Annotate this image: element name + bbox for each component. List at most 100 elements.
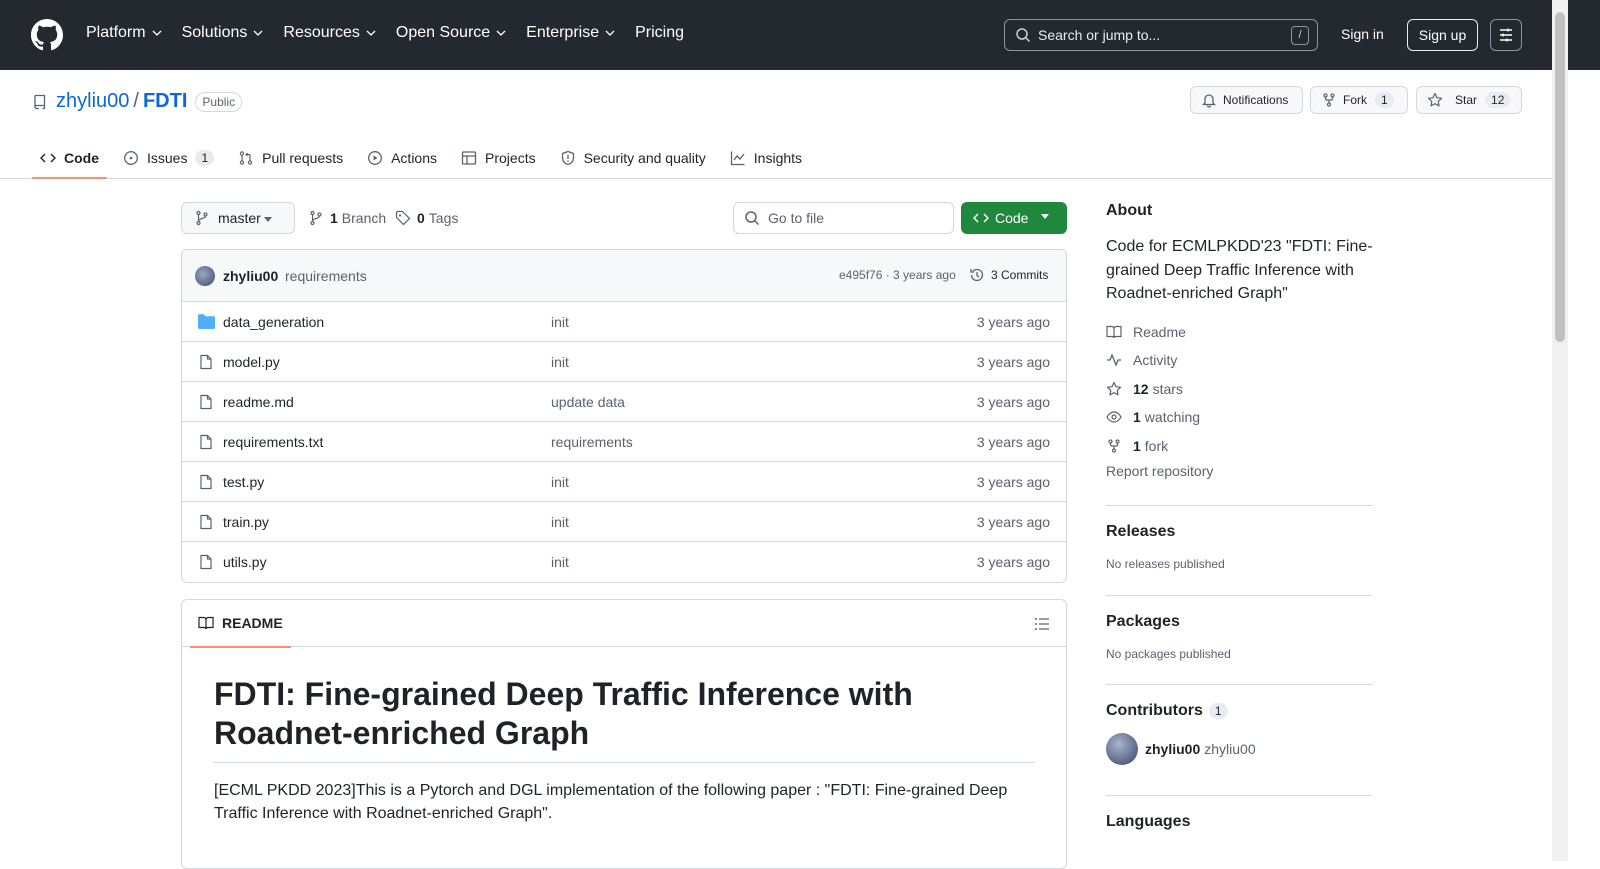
readme-header: README (182, 600, 1066, 648)
tab-security[interactable]: Security and quality (552, 138, 714, 178)
search-icon (1016, 28, 1031, 43)
file-icon (200, 354, 212, 370)
notifications-button[interactable]: Notifications (1190, 86, 1303, 114)
sign-up-button[interactable]: Sign up (1407, 19, 1478, 51)
file-commit-message[interactable]: init (551, 554, 569, 570)
file-name-link[interactable]: utils.py (223, 554, 267, 570)
file-commit-message[interactable]: init (551, 514, 569, 530)
activity-link[interactable]: Activity (1106, 346, 1373, 375)
file-commit-message[interactable]: update data (551, 394, 625, 410)
branch-icon (196, 210, 208, 226)
avatar[interactable] (1106, 733, 1138, 765)
repo-title: zhyliu00 / FDTI Public (32, 90, 243, 113)
file-icon (200, 514, 212, 530)
table-row[interactable]: model.py init 3 years ago (182, 342, 1066, 382)
about-title: About (1106, 202, 1153, 219)
pulse-icon (1107, 353, 1121, 368)
tab-issues[interactable]: Issues 1 (115, 138, 222, 178)
contributor-login[interactable]: zhyliu00 (1145, 741, 1200, 757)
code-dropdown-button[interactable]: Code (961, 202, 1067, 234)
file-commit-message[interactable]: init (551, 474, 569, 490)
commit-hash-time[interactable]: e495f76 · 3 years ago (839, 268, 956, 282)
sign-in-link[interactable]: Sign in (1341, 26, 1384, 42)
file-commit-message[interactable]: init (551, 354, 569, 370)
branch-selector[interactable]: master (181, 202, 295, 234)
file-name-link[interactable]: test.py (223, 474, 264, 490)
file-name-link[interactable]: train.py (223, 514, 269, 530)
file-name-link[interactable]: requirements.txt (223, 434, 323, 450)
tab-projects[interactable]: Projects (453, 138, 544, 178)
contributor-item[interactable]: zhyliu00 zhyliu00 (1106, 733, 1373, 765)
file-icon (200, 554, 212, 570)
file-commit-date: 3 years ago (976, 394, 1050, 410)
file-name-link[interactable]: model.py (223, 354, 280, 370)
forks-link[interactable]: 1 fork (1106, 432, 1373, 461)
code-icon (40, 153, 56, 163)
file-commit-message[interactable]: requirements (551, 434, 633, 450)
history-icon (970, 268, 984, 282)
nav-open-source[interactable]: Open Source (396, 24, 507, 42)
file-name-link[interactable]: data_generation (223, 314, 324, 330)
star-button[interactable]: Star 12 (1416, 86, 1522, 114)
packages-title[interactable]: Packages (1106, 613, 1373, 631)
search-shortcut-key: / (1291, 26, 1309, 45)
nav-platform[interactable]: Platform (86, 24, 163, 42)
repo-name-link[interactable]: FDTI (143, 90, 187, 113)
report-repository-link[interactable]: Report repository (1106, 463, 1373, 479)
repo-owner-link[interactable]: zhyliu00 (56, 90, 129, 113)
book-icon (1106, 325, 1122, 338)
table-row[interactable]: test.py init 3 years ago (182, 462, 1066, 502)
repo-separator: / (133, 90, 139, 112)
nav-solutions[interactable]: Solutions (182, 24, 265, 42)
file-icon (200, 394, 212, 410)
avatar[interactable] (195, 266, 215, 286)
tab-insights[interactable]: Insights (722, 138, 810, 178)
list-icon[interactable] (1034, 616, 1050, 632)
readme-link[interactable]: Readme (1106, 318, 1373, 347)
readme-tab[interactable]: README (190, 615, 291, 648)
table-row[interactable]: train.py init 3 years ago (182, 502, 1066, 542)
github-logo-icon[interactable] (31, 19, 63, 51)
file-list: zhyliu00 requirements e495f76 · 3 years … (181, 249, 1067, 583)
search-placeholder: Search or jump to... (1038, 27, 1161, 43)
contributors-title[interactable]: Contributors (1106, 702, 1203, 720)
star-icon (1427, 92, 1443, 107)
table-row[interactable]: utils.py init 3 years ago (182, 542, 1066, 582)
caret-down-icon (1041, 214, 1049, 219)
star-icon (1106, 381, 1122, 396)
table-row[interactable]: data_generation init 3 years ago (182, 302, 1066, 342)
releases-title[interactable]: Releases (1106, 523, 1373, 541)
file-commit-message[interactable]: init (551, 314, 569, 330)
watching-link[interactable]: 1 watching (1106, 403, 1373, 432)
readme-body: FDTI: Fine-grained Deep Traffic Inferenc… (182, 647, 1066, 853)
search-input[interactable]: Search or jump to... / (1004, 19, 1318, 51)
nav-resources[interactable]: Resources (283, 24, 376, 42)
caret-down-icon (264, 217, 272, 222)
about-description: Code for ECMLPKDD'23 "FDTI: Fine-grained… (1106, 238, 1373, 302)
table-row[interactable]: requirements.txt requirements 3 years ag… (182, 422, 1066, 462)
tab-pull-requests[interactable]: Pull requests (230, 138, 351, 178)
branches-link[interactable]: 1 Branch (308, 210, 386, 226)
table-row[interactable]: readme.md update data 3 years ago (182, 382, 1066, 422)
tab-actions[interactable]: Actions (359, 138, 445, 178)
nav-pricing[interactable]: Pricing (635, 24, 684, 42)
repo-icon (34, 94, 46, 109)
tab-code[interactable]: Code (32, 138, 107, 179)
contributors-section: Contributors 1 zhyliu00 zhyliu00 (1106, 684, 1373, 795)
menu-button[interactable] (1490, 19, 1522, 51)
commits-link[interactable]: 3 Commits (969, 267, 1048, 283)
file-commit-date: 3 years ago (976, 434, 1050, 450)
commit-author[interactable]: zhyliu00 (223, 268, 278, 284)
scrollbar-thumb[interactable] (1555, 12, 1565, 342)
go-to-file-input[interactable]: Go to file (733, 202, 954, 234)
top-nav: Platform Solutions Resources Open Source… (86, 24, 703, 42)
tags-link[interactable]: 0 Tags (395, 210, 458, 226)
fork-button[interactable]: Fork 1 (1310, 86, 1408, 114)
latest-commit-row: zhyliu00 requirements e495f76 · 3 years … (182, 250, 1066, 302)
file-name-link[interactable]: readme.md (223, 394, 294, 410)
nav-enterprise[interactable]: Enterprise (526, 24, 616, 42)
chevron-down-icon (605, 30, 615, 36)
stars-link[interactable]: 12 stars (1106, 375, 1373, 404)
tag-icon (395, 210, 411, 226)
commit-message[interactable]: requirements (285, 268, 367, 284)
